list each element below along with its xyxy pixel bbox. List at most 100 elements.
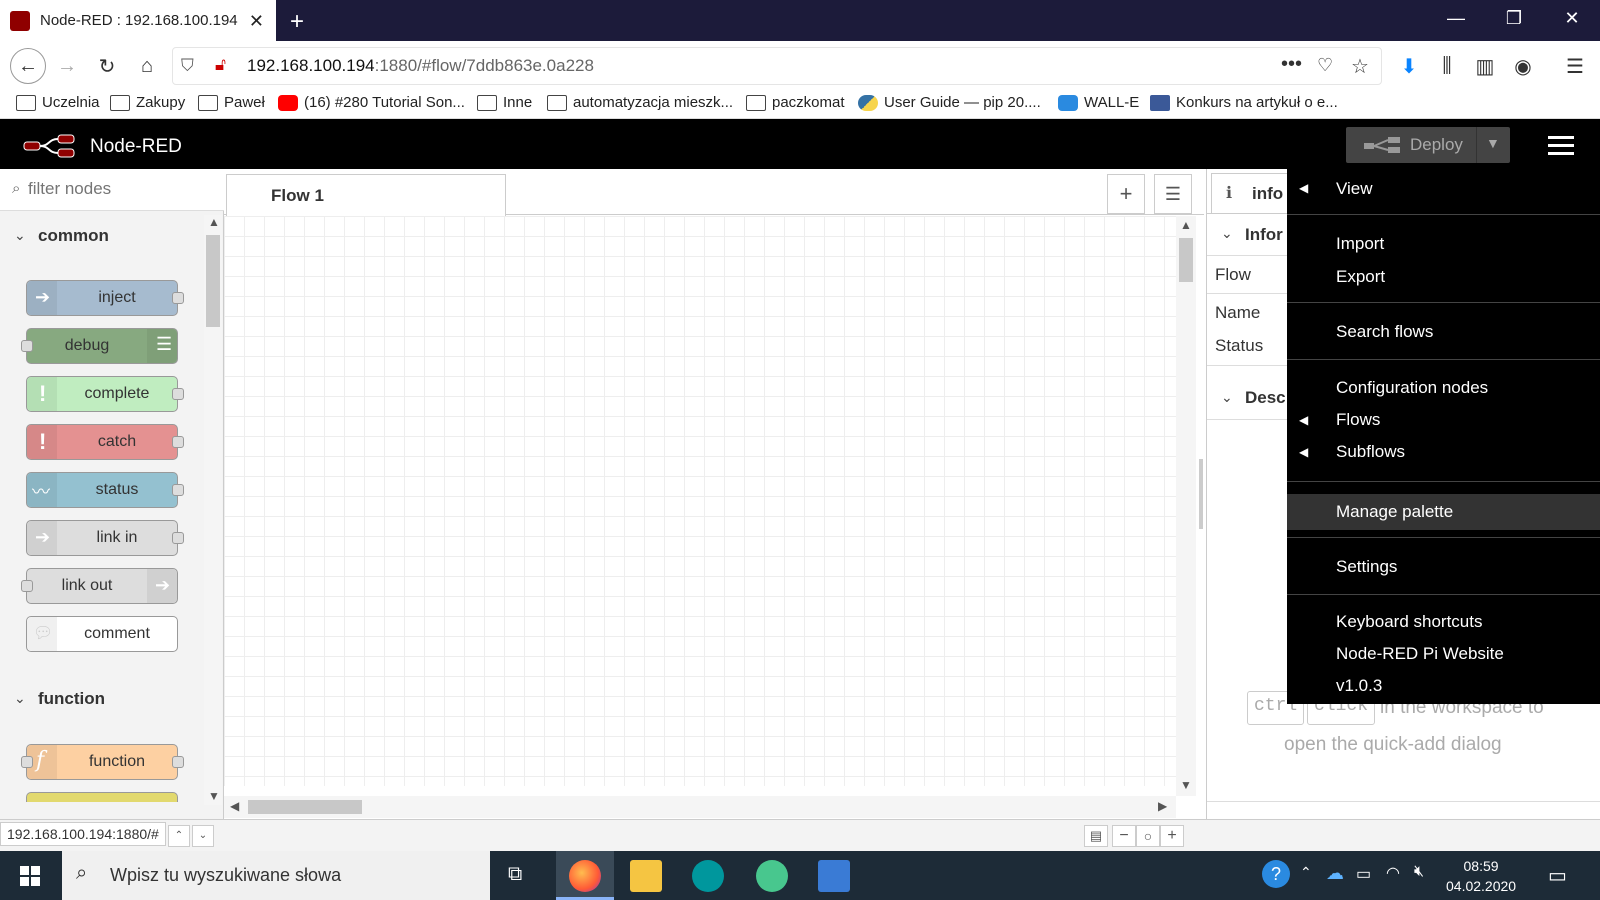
flow-canvas[interactable] bbox=[224, 216, 1176, 786]
chevron-down-icon[interactable]: ⌄ bbox=[1221, 225, 1233, 242]
task-view-icon[interactable]: ⧉ bbox=[508, 863, 522, 886]
input-port[interactable] bbox=[21, 580, 33, 592]
insecure-lock-icon[interactable]: 🔓︎ bbox=[215, 55, 226, 75]
taskbar-clock[interactable]: 08:59 04.02.2020 bbox=[1446, 856, 1516, 896]
arduino-icon[interactable] bbox=[692, 860, 724, 892]
zoom-in-icon[interactable]: + bbox=[1160, 825, 1184, 847]
add-flow-icon[interactable]: + bbox=[1107, 174, 1145, 214]
back-icon[interactable]: ← bbox=[10, 48, 46, 84]
palette-node-inject[interactable]: ➔ inject bbox=[26, 280, 178, 316]
workspace-vertical-scrollbar[interactable]: ▲ ▼ bbox=[1176, 216, 1196, 796]
home-icon[interactable]: ⌂ bbox=[132, 51, 162, 81]
close-tab-icon[interactable]: ✕ bbox=[249, 11, 264, 32]
workspace-horizontal-scrollbar[interactable]: ◀ ▶ bbox=[224, 796, 1176, 818]
file-explorer-icon[interactable] bbox=[630, 860, 662, 892]
bookmark-folder[interactable]: Inne bbox=[477, 94, 532, 111]
output-port[interactable] bbox=[172, 388, 184, 400]
bookmark-konkurs[interactable]: Konkurs na artykuł o e... bbox=[1150, 94, 1338, 111]
scrollbar-thumb[interactable] bbox=[1179, 238, 1193, 282]
downloads-icon[interactable]: ⬇ bbox=[1394, 51, 1424, 81]
bookmark-youtube[interactable]: (16) #280 Tutorial Son... bbox=[278, 94, 465, 111]
scroll-left-icon[interactable]: ◀ bbox=[230, 799, 239, 813]
palette-expand-icon[interactable]: ⌄ bbox=[192, 825, 214, 847]
palette-node-function[interactable]: f function bbox=[26, 744, 178, 780]
scrollbar-thumb[interactable] bbox=[206, 235, 220, 327]
help-icon[interactable]: ? bbox=[1262, 860, 1290, 888]
palette-node-link-out[interactable]: link out ➔ bbox=[26, 568, 178, 604]
deploy-dropdown-icon[interactable]: ▼ bbox=[1486, 135, 1500, 151]
scroll-up-icon[interactable]: ▲ bbox=[1180, 218, 1192, 232]
menu-item-manage-palette[interactable]: Manage palette bbox=[1336, 502, 1453, 522]
palette-node-partial[interactable] bbox=[26, 792, 178, 802]
palette-node-catch[interactable]: ! catch bbox=[26, 424, 178, 460]
category-common[interactable]: ⌄ common bbox=[0, 215, 202, 257]
deploy-button[interactable]: Deploy ▼ bbox=[1346, 127, 1510, 163]
reload-icon[interactable]: ↻ bbox=[92, 51, 122, 81]
bookmark-wall-e[interactable]: WALL-E bbox=[1058, 94, 1139, 111]
menu-item-configuration-nodes[interactable]: Configuration nodes bbox=[1336, 378, 1488, 398]
scroll-down-icon[interactable]: ▼ bbox=[208, 789, 220, 803]
page-actions-icon[interactable]: ••• bbox=[1281, 53, 1302, 76]
library-icon[interactable]: ⫼ bbox=[1432, 51, 1462, 81]
output-port[interactable] bbox=[172, 484, 184, 496]
input-port[interactable] bbox=[21, 756, 33, 768]
scroll-right-icon[interactable]: ▶ bbox=[1158, 799, 1167, 813]
scroll-up-icon[interactable]: ▲ bbox=[208, 215, 220, 229]
address-bar[interactable]: ⛉ 🔓︎ 192.168.100.194:1880/#flow/7ddb863e… bbox=[172, 47, 1382, 85]
battery-icon[interactable]: ▭ bbox=[1356, 864, 1371, 884]
chevron-down-icon[interactable]: ⌄ bbox=[1221, 389, 1233, 406]
filter-nodes-input[interactable] bbox=[28, 179, 208, 199]
output-port[interactable] bbox=[172, 292, 184, 304]
menu-item-keyboard-shortcuts[interactable]: Keyboard shortcuts bbox=[1336, 612, 1482, 632]
shield-icon[interactable]: ⛉ bbox=[181, 56, 194, 76]
atom-icon[interactable] bbox=[756, 860, 788, 892]
volume-muted-icon[interactable]: 🔇︎ bbox=[1414, 863, 1424, 881]
sidebar-resize-handle[interactable] bbox=[1199, 459, 1203, 529]
menu-item-settings[interactable]: Settings bbox=[1336, 557, 1397, 577]
menu-item-website[interactable]: Node-RED Pi Website bbox=[1336, 644, 1504, 664]
palette-collapse-icon[interactable]: ⌃ bbox=[168, 825, 190, 847]
zoom-reset-icon[interactable]: ○ bbox=[1136, 825, 1160, 847]
chevron-up-icon[interactable]: ⌃ bbox=[1300, 864, 1312, 881]
scroll-down-icon[interactable]: ▼ bbox=[1180, 778, 1192, 792]
firefox-taskbar-button[interactable] bbox=[556, 851, 614, 900]
pocket-icon[interactable]: ♡ bbox=[1317, 55, 1333, 76]
sidebar-toggle-icon[interactable]: ▥ bbox=[1470, 51, 1500, 81]
filter-nodes-box[interactable]: ⌕ bbox=[0, 169, 224, 211]
palette-scrollbar[interactable]: ▲ ▼ bbox=[204, 215, 222, 805]
account-icon[interactable]: ◉ bbox=[1508, 51, 1538, 81]
windows-start-icon[interactable] bbox=[20, 866, 40, 886]
output-port[interactable] bbox=[172, 436, 184, 448]
bookmark-folder[interactable]: automatyzacja mieszk... bbox=[547, 94, 733, 111]
menu-item-search-flows[interactable]: Search flows bbox=[1336, 322, 1433, 342]
palette-node-complete[interactable]: ! complete bbox=[26, 376, 178, 412]
bookmark-folder[interactable]: Paweł bbox=[198, 94, 265, 111]
input-port[interactable] bbox=[21, 340, 33, 352]
menu-item-view[interactable]: View bbox=[1336, 179, 1373, 199]
wifi-icon[interactable]: ◠ bbox=[1386, 863, 1400, 883]
menu-item-subflows[interactable]: Subflows bbox=[1336, 442, 1405, 462]
menu-item-flows[interactable]: Flows bbox=[1336, 410, 1380, 430]
browser-menu-icon[interactable]: ☰ bbox=[1560, 51, 1590, 81]
bookmark-folder[interactable]: Zakupy bbox=[110, 94, 185, 111]
minimize-icon[interactable]: — bbox=[1436, 8, 1476, 29]
flow-list-icon[interactable]: ☰ bbox=[1154, 174, 1192, 214]
onedrive-icon[interactable]: ☁ bbox=[1326, 863, 1344, 884]
zoom-out-icon[interactable]: − bbox=[1112, 825, 1136, 847]
palette-node-status[interactable]: 〰 status bbox=[26, 472, 178, 508]
window-close-icon[interactable]: ✕ bbox=[1552, 8, 1592, 29]
palette-node-debug[interactable]: debug ☰ bbox=[26, 328, 178, 364]
menu-item-import[interactable]: Import bbox=[1336, 234, 1384, 254]
scrollbar-thumb[interactable] bbox=[248, 800, 362, 814]
main-menu-icon[interactable] bbox=[1548, 136, 1574, 156]
taskbar-search[interactable]: ⌕ Wpisz tu wyszukiwane słowa bbox=[62, 851, 490, 900]
network-app-icon[interactable] bbox=[818, 860, 850, 892]
bookmark-star-icon[interactable]: ☆ bbox=[1351, 54, 1369, 79]
palette-node-link-in[interactable]: ➔ link in bbox=[26, 520, 178, 556]
new-tab-icon[interactable]: + bbox=[290, 8, 304, 36]
output-port[interactable] bbox=[172, 532, 184, 544]
forward-icon[interactable]: → bbox=[52, 51, 82, 81]
bookmark-folder[interactable]: Uczelnia bbox=[16, 94, 100, 111]
restore-icon[interactable]: ❐ bbox=[1494, 8, 1534, 29]
notifications-icon[interactable]: ▭ bbox=[1548, 863, 1567, 888]
